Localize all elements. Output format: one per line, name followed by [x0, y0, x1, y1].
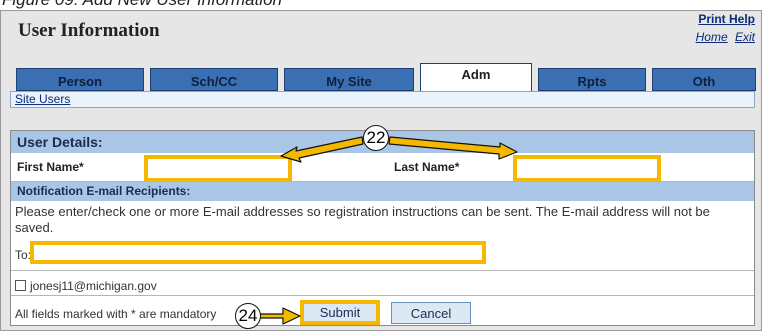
arrow-to-last-name	[388, 136, 518, 160]
callout-24: 24	[235, 303, 261, 329]
callout-22: 22	[363, 125, 389, 151]
arrow-to-first-name	[280, 136, 364, 163]
annotation-arrows	[249, 136, 518, 325]
